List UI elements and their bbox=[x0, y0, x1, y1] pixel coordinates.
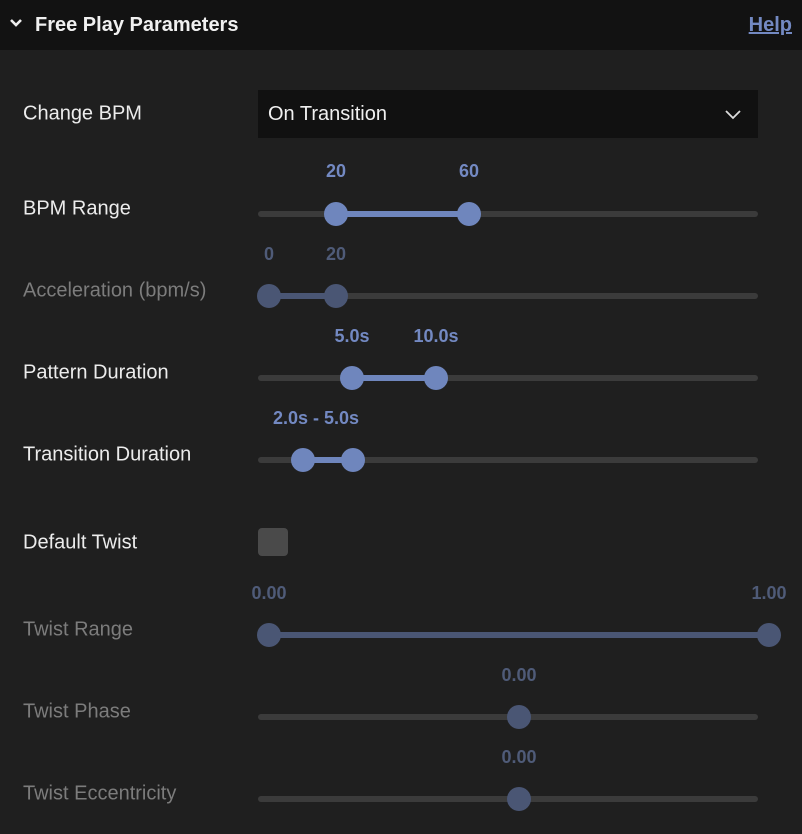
slider-fill bbox=[269, 632, 769, 638]
slider-track[interactable] bbox=[258, 375, 758, 381]
acceleration-slider bbox=[0, 281, 802, 311]
twist-eccentricity-value: 0.00 bbox=[501, 747, 537, 767]
twist-range-slider bbox=[0, 620, 802, 650]
slider-min-thumb[interactable] bbox=[340, 366, 364, 390]
slider-max-thumb[interactable] bbox=[424, 366, 448, 390]
slider-thumb[interactable] bbox=[507, 787, 531, 811]
acceleration-min-value: 0 bbox=[263, 244, 275, 264]
help-link[interactable]: Help bbox=[749, 14, 792, 37]
twist-eccentricity-slider bbox=[0, 784, 802, 814]
slider-min-thumb[interactable] bbox=[291, 448, 315, 472]
pattern-duration-slider[interactable] bbox=[0, 363, 802, 393]
chevron-down-icon bbox=[725, 110, 741, 120]
twist-range-max-value: 1.00 bbox=[751, 583, 787, 603]
slider-max-thumb[interactable] bbox=[757, 623, 781, 647]
bpm-range-min-value: 20 bbox=[325, 161, 347, 181]
change-bpm-select[interactable]: On Transition bbox=[258, 90, 758, 138]
bpm-range-slider[interactable] bbox=[0, 199, 802, 229]
slider-min-thumb[interactable] bbox=[324, 202, 348, 226]
change-bpm-value: On Transition bbox=[268, 103, 387, 125]
twist-range-min-value: 0.00 bbox=[251, 583, 287, 603]
default-twist-label: Default Twist bbox=[23, 531, 138, 554]
slider-max-thumb[interactable] bbox=[324, 284, 348, 308]
panel-title: Free Play Parameters bbox=[35, 14, 239, 36]
twist-phase-value: 0.00 bbox=[501, 665, 537, 685]
twist-phase-slider bbox=[0, 702, 802, 732]
slider-min-thumb[interactable] bbox=[257, 284, 281, 308]
transition-duration-slider[interactable] bbox=[0, 445, 802, 475]
change-bpm-label: Change BPM bbox=[23, 102, 142, 125]
slider-fill bbox=[336, 211, 469, 217]
slider-max-thumb[interactable] bbox=[341, 448, 365, 472]
slider-max-thumb[interactable] bbox=[457, 202, 481, 226]
acceleration-max-value: 20 bbox=[325, 244, 347, 264]
pattern-duration-min-value: 5.0s bbox=[334, 326, 370, 346]
slider-thumb[interactable] bbox=[507, 705, 531, 729]
pattern-duration-max-value: 10.0s bbox=[413, 326, 459, 346]
panel-header[interactable]: Free Play Parameters Help bbox=[0, 0, 802, 50]
chevron-down-icon[interactable] bbox=[9, 17, 23, 29]
bpm-range-max-value: 60 bbox=[458, 161, 480, 181]
default-twist-checkbox[interactable] bbox=[258, 528, 288, 556]
transition-duration-value: 2.0s - 5.0s bbox=[272, 408, 360, 428]
slider-min-thumb[interactable] bbox=[257, 623, 281, 647]
